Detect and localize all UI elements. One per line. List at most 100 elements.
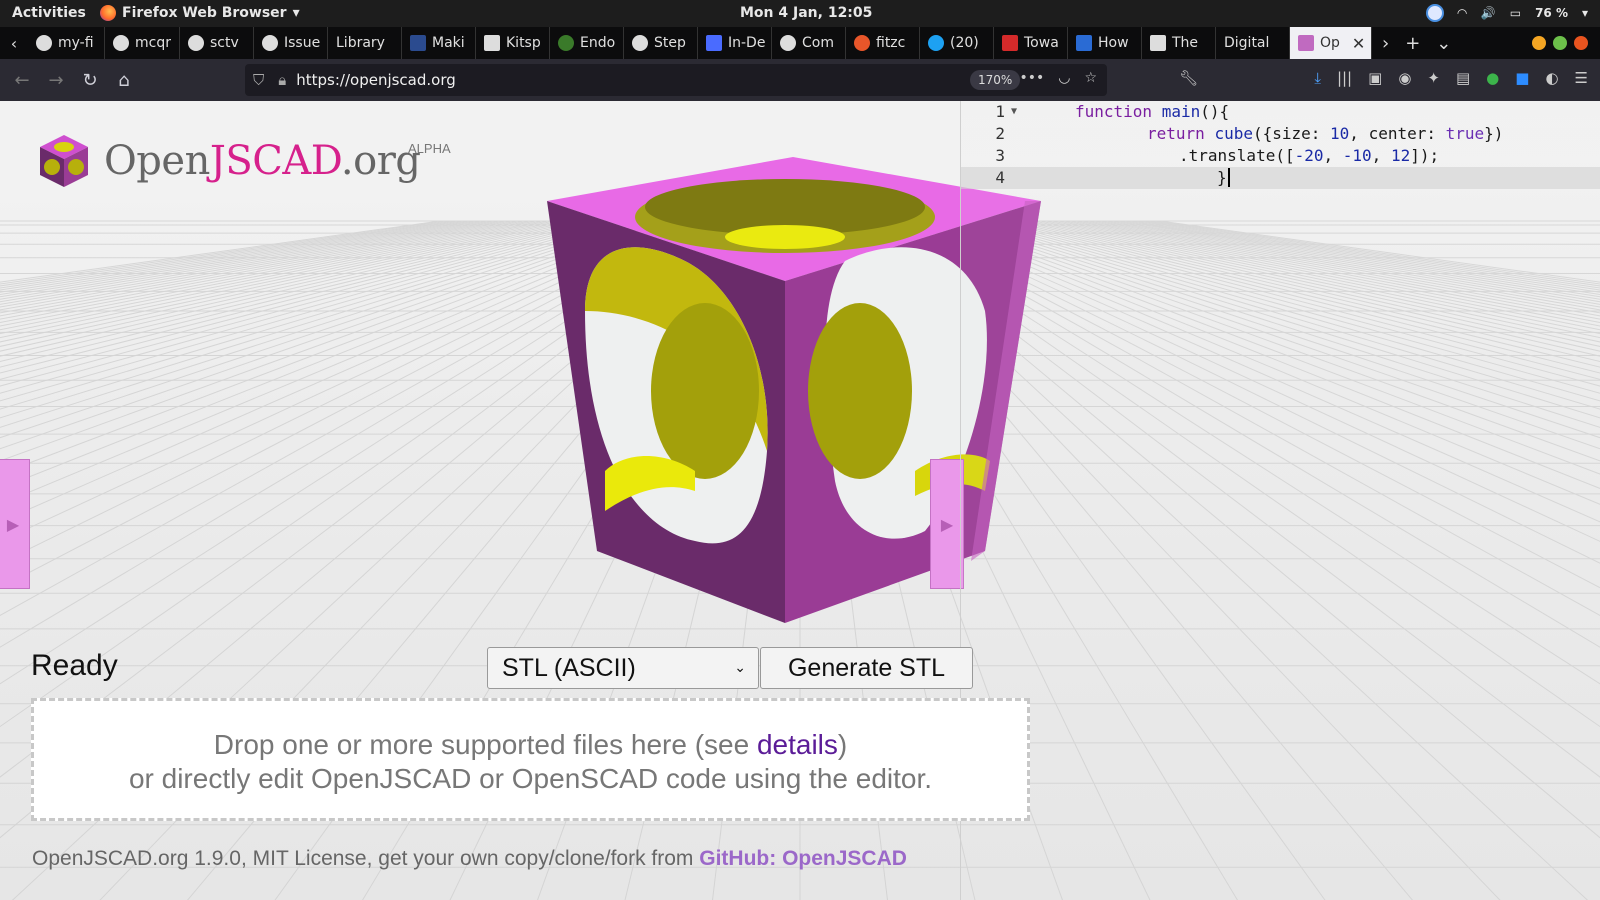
github-link[interactable]: GitHub: OpenJSCAD	[699, 847, 907, 870]
question-icon	[1076, 35, 1092, 51]
firefox-icon	[100, 5, 116, 21]
tab[interactable]: (20)	[920, 27, 994, 59]
github-icon	[780, 35, 796, 51]
endo-icon	[558, 35, 574, 51]
wrench-icon[interactable]: 🔧︎	[1179, 69, 1198, 87]
tab[interactable]: Maki	[402, 27, 476, 59]
menu-icon[interactable]: ☰	[1575, 69, 1588, 87]
tab[interactable]: In-De	[698, 27, 772, 59]
lock-icon[interactable]: 🔒︎	[278, 71, 286, 89]
zoom-level[interactable]: 170%	[970, 70, 1021, 90]
chevron-down-icon: ⌄	[734, 659, 746, 675]
code-line-active[interactable]: 4 }	[961, 167, 1600, 189]
shield-icon[interactable]: ⛉	[253, 71, 264, 89]
clock[interactable]: Mon 4 Jan, 12:05	[740, 5, 872, 21]
maximize-icon[interactable]	[1553, 36, 1567, 50]
github-icon	[262, 35, 278, 51]
tab[interactable]: How	[1068, 27, 1142, 59]
tab[interactable]: The	[1142, 27, 1216, 59]
back-icon[interactable]: ←	[6, 64, 38, 96]
app-name: Firefox Web Browser	[122, 5, 287, 21]
chevron-down-icon: ▾	[1581, 6, 1588, 20]
sync-icon	[1425, 4, 1444, 22]
tab[interactable]: mcqr	[105, 27, 180, 59]
file-drop-zone[interactable]: Drop one or more supported files here (s…	[31, 698, 1030, 821]
code-editor[interactable]: 1 ▼ function main(){ 2 return cube({size…	[960, 101, 1600, 900]
tab[interactable]: Towa	[994, 27, 1068, 59]
tab[interactable]: Kitsp	[476, 27, 550, 59]
sidebar-icon[interactable]: ▣	[1368, 69, 1382, 87]
document-icon[interactable]: ▤	[1456, 69, 1470, 87]
openjscad-icon	[1298, 35, 1314, 51]
tab-scroll-left-icon[interactable]: ‹	[0, 27, 28, 59]
tab[interactable]: Issue	[254, 27, 328, 59]
tab[interactable]: Endo	[550, 27, 624, 59]
app-menu[interactable]: Firefox Web Browser ▾	[100, 5, 300, 21]
navigation-bar: ← → ↻ ⌂ ⛉ 🔒︎ https://openjscad.org 170% …	[0, 59, 1600, 101]
new-tab-icon[interactable]: +	[1405, 33, 1420, 54]
logo-cube-icon	[40, 135, 88, 187]
activities-button[interactable]: Activities	[12, 5, 86, 21]
right-panel-toggle[interactable]: ▶	[930, 459, 964, 589]
more-actions-icon[interactable]: •••	[1019, 70, 1044, 86]
tab[interactable]: Library	[328, 27, 402, 59]
generate-stl-button[interactable]: Generate STL	[760, 647, 973, 689]
github-icon	[36, 35, 52, 51]
zoom-ext-icon[interactable]: ■	[1515, 69, 1529, 87]
close-window-icon[interactable]	[1574, 36, 1588, 50]
url-bar[interactable]: ⛉ 🔒︎ https://openjscad.org 170% ••• ◡ ☆	[245, 64, 1107, 96]
status-text: Ready	[31, 649, 118, 682]
pocket-icon[interactable]: ◡	[1058, 70, 1070, 86]
reload-icon[interactable]: ↻	[74, 64, 106, 96]
code-line[interactable]: 3 .translate([-20, -10, 12]);	[961, 145, 1600, 167]
bookmark-star-icon[interactable]: ☆	[1084, 70, 1097, 86]
fold-arrow-icon[interactable]: ▼	[1011, 101, 1027, 123]
system-tray[interactable]: ◠ 🔊 ▭ 76 % ▾	[1425, 4, 1588, 22]
code-line[interactable]: 2 return cube({size: 10, center: true})	[961, 123, 1600, 145]
extension-dark-icon[interactable]: ◐	[1545, 69, 1558, 87]
tab[interactable]: Step	[624, 27, 698, 59]
battery-percent: 76 %	[1535, 6, 1568, 20]
account-icon[interactable]: ◉	[1398, 69, 1411, 87]
tab-scroll-right-icon[interactable]: ›	[1382, 33, 1389, 54]
home-icon[interactable]: ⌂	[108, 64, 140, 96]
download-icon[interactable]: ⤓	[1314, 69, 1321, 87]
extension-green-icon[interactable]: ●	[1486, 69, 1499, 87]
tab[interactable]: fitzc	[846, 27, 920, 59]
tab[interactable]: Com	[772, 27, 846, 59]
twitter-icon	[928, 35, 944, 51]
page-content: OpenJSCAD.org ALPHA ▶ ▶ 1 ▼ function mai…	[0, 101, 1600, 900]
play-right-icon: ▶	[6, 514, 20, 534]
battery-icon: ▭	[1509, 6, 1522, 20]
system-top-bar: Activities Firefox Web Browser ▾ Mon 4 J…	[0, 0, 1600, 27]
tab-active[interactable]: Op ✕	[1290, 27, 1372, 59]
tab-bar: ‹ my-fi mcqr sctv Issue Library Maki Kit…	[0, 27, 1600, 59]
play-right-icon: ▶	[940, 514, 954, 534]
indeed-icon	[706, 35, 722, 51]
line-number: 4	[995, 168, 1005, 187]
tab[interactable]: sctv	[180, 27, 254, 59]
url-text[interactable]: https://openjscad.org	[296, 71, 456, 89]
tab[interactable]: my-fi	[28, 27, 105, 59]
text-cursor	[1227, 168, 1230, 187]
extension-icon[interactable]: ✦	[1427, 69, 1440, 87]
export-format-select[interactable]: STL (ASCII) ⌄	[487, 647, 759, 689]
openjscad-logo[interactable]: OpenJSCAD.org ALPHA	[36, 133, 451, 189]
details-link[interactable]: details	[757, 729, 838, 760]
code-line[interactable]: 1 ▼ function main(){	[961, 101, 1600, 123]
towa-icon	[1002, 35, 1018, 51]
chip-icon	[484, 35, 500, 51]
logo-text: OpenJSCAD.org	[104, 138, 421, 184]
footer: OpenJSCAD.org 1.9.0, MIT License, get yo…	[32, 847, 907, 870]
tab[interactable]: Digital	[1216, 27, 1290, 59]
left-panel-toggle[interactable]: ▶	[0, 459, 30, 589]
line-number: 2	[995, 124, 1005, 143]
forward-icon[interactable]: →	[40, 64, 72, 96]
tab-list-icon[interactable]: ⌄	[1436, 33, 1451, 54]
close-icon[interactable]: ✕	[1352, 34, 1365, 53]
chevron-down-icon: ▾	[292, 5, 300, 21]
volume-icon: 🔊	[1480, 6, 1496, 20]
window-controls	[1532, 36, 1588, 50]
library-icon[interactable]: |||	[1337, 69, 1352, 87]
minimize-icon[interactable]	[1532, 36, 1546, 50]
